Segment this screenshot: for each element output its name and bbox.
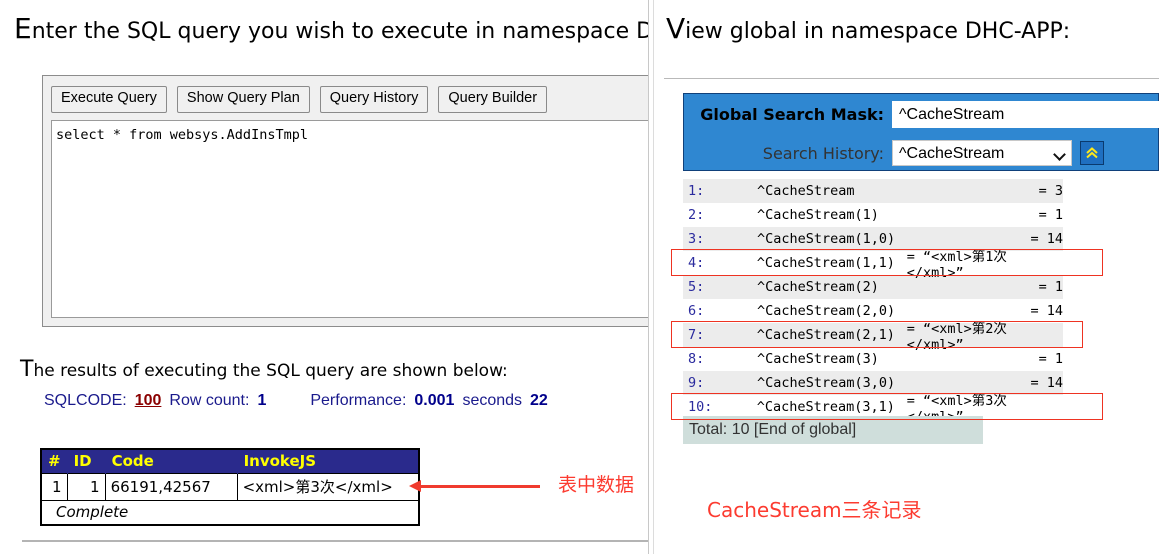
search-mask-row: Global Search Mask: ^CacheStream: [684, 94, 1159, 134]
global-node-reference: ^CacheStream(2,1): [756, 327, 895, 343]
global-page-title-capital: V: [666, 12, 686, 45]
global-total-row: Total: 10 [End of global]: [683, 416, 983, 444]
global-node-value: = 1: [1038, 207, 1063, 223]
results-heading-text: he results of executing the SQL query ar…: [33, 361, 508, 381]
global-node-value: = 1: [1038, 279, 1063, 295]
global-page-title-text: iew global in namespace DHC-APP:: [685, 19, 1071, 44]
search-history-label: Search History:: [762, 143, 884, 163]
global-node-index: 7:: [688, 327, 705, 343]
results-table: # ID Code InvokeJS 1 1 66191,42567 <xml>…: [40, 448, 421, 526]
page-title-text: nter the SQL query you wish to execute i…: [31, 19, 648, 44]
global-node-value: = 1: [1038, 351, 1063, 367]
global-node-index: 3:: [688, 231, 705, 247]
global-node-list: 1: ^CacheStream = 3 2: ^CacheStream(1) = 1 3: ^…: [683, 179, 1063, 425]
stats-trailing-value: 22: [530, 392, 548, 409]
global-node-index: 5:: [688, 279, 705, 295]
sqlcode-label: SQLCODE:: [44, 392, 127, 409]
global-header-divider: [664, 78, 1159, 79]
global-node-reference: ^CacheStream(2,0): [757, 303, 896, 319]
search-mask-label: Global Search Mask:: [700, 104, 884, 124]
query-history-button[interactable]: Query History: [319, 86, 429, 113]
col-header-rownum[interactable]: #: [41, 449, 68, 474]
sql-input[interactable]: select * from websys.AddInsTmpl: [51, 120, 648, 318]
results-complete-label: Complete: [40, 500, 420, 526]
annotation-table-data: 表中数据: [558, 474, 635, 496]
global-node-row[interactable]: 7: ^CacheStream(2,1) = “<xml>第2次</xml>”: [683, 321, 1063, 353]
screenshot-root: Enter the SQL query you wish to execute …: [0, 0, 1159, 554]
global-node-value: = “<xml>第2次</xml>”: [906, 321, 1007, 353]
results-table-header-row: # ID Code InvokeJS: [41, 449, 420, 474]
page-title: Enter the SQL query you wish to execute …: [14, 12, 648, 45]
global-search-panel: Global Search Mask: ^CacheStream Search …: [683, 93, 1159, 171]
global-node-value: = “<xml>第1次</xml>”: [906, 249, 1007, 281]
global-node-reference: ^CacheStream(3,0): [757, 375, 896, 391]
search-history-row: Search History: ^CacheStream: [684, 134, 1104, 172]
global-node-row[interactable]: 1: ^CacheStream = 3: [683, 179, 1063, 203]
query-stats-line: SQLCODE: 100 Row count: 1 Performance: 0.001 s…: [44, 392, 548, 410]
table-footer-row: Complete: [40, 500, 420, 526]
rowcount-value: 1: [257, 392, 267, 409]
global-node-index: 6:: [688, 303, 705, 319]
performance-label: Performance:: [310, 392, 407, 409]
col-header-invokejs[interactable]: InvokeJS: [237, 449, 420, 474]
pane-divider: [648, 0, 654, 554]
sqlcode-value: 100: [134, 392, 162, 409]
results-heading-capital: T: [20, 357, 34, 382]
global-node-reference: ^CacheStream(3): [757, 351, 879, 367]
cell-invokejs: <xml>第3次</xml>: [236, 473, 420, 501]
global-node-index: 8:: [688, 351, 705, 367]
global-node-reference: ^CacheStream(2): [757, 279, 879, 295]
global-page-title: View global in namespace DHC-APP:: [666, 12, 1070, 45]
execute-query-button[interactable]: Execute Query: [51, 86, 167, 113]
global-node-reference: ^CacheStream(1,0): [757, 231, 896, 247]
seconds-label: seconds: [462, 392, 523, 409]
results-heading: The results of executing the SQL query a…: [20, 357, 508, 382]
global-node-index: 9:: [688, 375, 705, 391]
global-node-value: = 3: [1038, 183, 1063, 199]
double-chevron-up-icon: [1086, 147, 1098, 159]
global-node-index: 4:: [688, 255, 705, 271]
col-header-code[interactable]: Code: [105, 449, 238, 474]
query-editor-box: Execute Query Show Query Plan Query Hist…: [42, 75, 648, 327]
global-node-reference: ^CacheStream: [757, 183, 855, 199]
cell-id: 1: [66, 473, 106, 501]
query-builder-button[interactable]: Query Builder: [438, 86, 548, 113]
search-history-select[interactable]: ^CacheStream: [892, 140, 1072, 166]
table-row: 1 1 66191,42567 <xml>第3次</xml>: [40, 473, 420, 501]
collapse-up-button[interactable]: [1080, 141, 1104, 165]
show-query-plan-button[interactable]: Show Query Plan: [176, 86, 310, 113]
global-node-reference: ^CacheStream(1): [757, 207, 879, 223]
query-toolbar: Execute Query Show Query Plan Query Hist…: [51, 86, 548, 113]
page-title-capital: E: [14, 12, 32, 45]
chevron-down-icon: [1053, 148, 1066, 161]
global-node-index: 10:: [688, 399, 713, 415]
red-arrow-icon: [409, 480, 540, 492]
global-node-row[interactable]: 2: ^CacheStream(1) = 1: [683, 203, 1063, 227]
bottom-divider: [22, 540, 648, 542]
col-header-id[interactable]: ID: [67, 449, 106, 474]
performance-value: 0.001: [414, 392, 455, 409]
global-node-index: 2:: [688, 207, 705, 223]
cell-rownum: 1: [40, 473, 68, 501]
cell-code: 66191,42567: [104, 473, 238, 501]
global-node-reference: ^CacheStream(3,1): [756, 399, 895, 415]
search-history-selected-value: ^CacheStream: [899, 145, 1005, 162]
search-mask-input[interactable]: ^CacheStream: [892, 100, 1159, 128]
global-node-row[interactable]: 4: ^CacheStream(1,1) = “<xml>第1次</xml>”: [683, 249, 1063, 281]
rowcount-label: Row count:: [169, 392, 250, 409]
sql-query-pane: Enter the SQL query you wish to execute …: [0, 0, 648, 554]
global-node-index: 1:: [688, 183, 705, 199]
annotation-cachestream-records: CacheStream三条记录: [707, 498, 922, 522]
global-node-reference: ^CacheStream(1,1): [756, 255, 895, 271]
